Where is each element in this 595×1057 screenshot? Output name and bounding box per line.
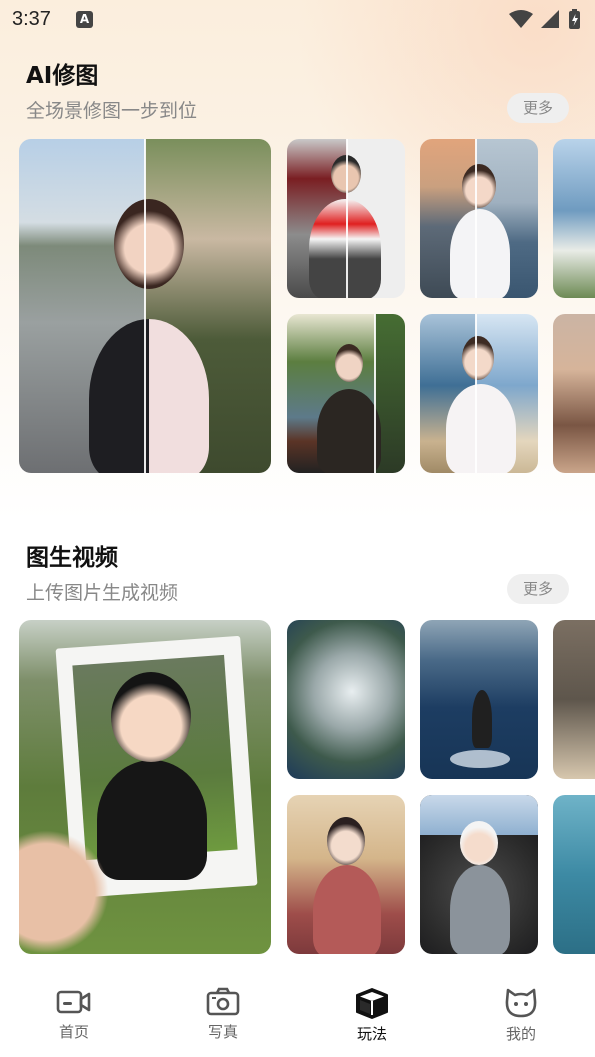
section-title: 图生视频 (26, 545, 118, 571)
section-subtitle: 上传图片生成视频 (26, 582, 179, 604)
retouch-example-sunset[interactable] (553, 314, 595, 473)
cat-face-icon (505, 988, 537, 1018)
video-example-costume[interactable] (287, 795, 405, 954)
wifi-icon (509, 10, 533, 28)
tab-home-label: 首页 (58, 1023, 89, 1041)
status-bar: 3:37 A (0, 0, 595, 40)
cellular-signal-icon (541, 10, 559, 28)
status-time: 3:37 (12, 8, 51, 30)
system-status-icons (509, 9, 580, 29)
retouch-example-swing[interactable] (420, 314, 538, 473)
retouch-example-racer[interactable] (287, 139, 405, 298)
retouch-example-beach[interactable] (420, 139, 538, 298)
video-example-fisheye[interactable] (420, 795, 538, 954)
tab-portrait[interactable]: 写真 (173, 987, 273, 1052)
video-example-partial-1[interactable] (553, 620, 595, 779)
retouch-example-park[interactable] (287, 314, 405, 473)
camera-icon (206, 987, 240, 1016)
tab-portrait-label: 写真 (207, 1023, 238, 1041)
section-image-to-video: 图生视频 上传图片生成视频 更多 (0, 520, 595, 960)
tab-home[interactable]: 首页 (24, 987, 124, 1052)
cube-icon (356, 988, 388, 1019)
retouch-example-flowers[interactable] (553, 139, 595, 298)
tab-play[interactable]: 玩法 (322, 987, 422, 1052)
video-example-abstract[interactable] (287, 620, 405, 779)
video-example-sea[interactable] (420, 620, 538, 779)
tab-mine[interactable]: 我的 (471, 987, 571, 1052)
tab-play-label: 玩法 (356, 1025, 387, 1043)
video-example-large[interactable] (19, 620, 271, 954)
retouch-example-large[interactable] (19, 139, 271, 473)
video-example-partial-2[interactable] (553, 795, 595, 954)
section-ai-retouch: AI修图 全场景修图一步到位 更多 (0, 0, 595, 490)
tab-mine-label: 我的 (505, 1025, 536, 1043)
bottom-tab-bar: 首页 写真 玩法 我的 (0, 975, 595, 1057)
video-camera-icon (56, 990, 91, 1014)
section-subtitle: 全场景修图一步到位 (26, 100, 198, 122)
more-button[interactable]: 更多 (507, 93, 569, 123)
section-title: AI修图 (26, 63, 99, 89)
notification-a-icon: A (76, 11, 93, 28)
more-button[interactable]: 更多 (507, 574, 569, 604)
